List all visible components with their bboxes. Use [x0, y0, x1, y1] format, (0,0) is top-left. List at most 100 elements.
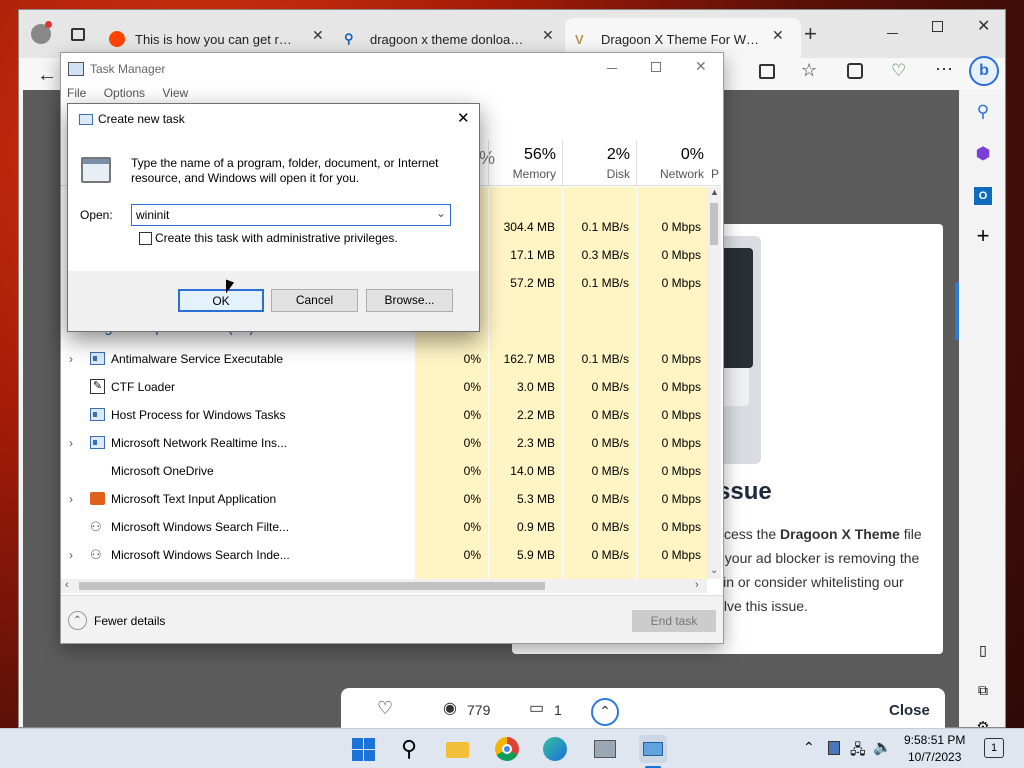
close-icon[interactable]: ✕: [695, 58, 707, 75]
scroll-right-icon[interactable]: ›: [695, 579, 699, 591]
maximize-icon[interactable]: [651, 62, 661, 72]
clock-date[interactable]: 10/7/2023: [908, 750, 961, 764]
search-user-icon: ⚇: [90, 519, 102, 534]
mouse-cursor-icon: [226, 279, 234, 297]
notification-icon[interactable]: 1: [984, 738, 1004, 758]
close-button[interactable]: Close: [889, 702, 930, 719]
admin-checkbox-label[interactable]: Create this task with administrative pri…: [155, 231, 398, 245]
column-disk[interactable]: 2% Disk: [562, 140, 636, 186]
column-network[interactable]: 0% Network: [636, 140, 710, 186]
cpu-cell: 0%: [463, 520, 481, 534]
split-screen-icon[interactable]: [759, 64, 775, 79]
memory-percent: 56%: [523, 146, 556, 163]
comments-icon[interactable]: ▭: [529, 698, 544, 718]
menu-options[interactable]: Options: [104, 86, 145, 100]
process-row[interactable]: ✎ CTF Loader 0% 3.0 MB 0 MB/s 0 Mbps: [61, 373, 707, 401]
add-icon[interactable]: +: [971, 224, 995, 248]
copilot-icon[interactable]: b: [969, 56, 999, 86]
scrollbar-thumb[interactable]: [710, 203, 718, 245]
ok-button[interactable]: OK: [178, 289, 264, 312]
expand-chevron-icon[interactable]: ›: [69, 345, 73, 373]
process-row[interactable]: ⚇ Microsoft Windows Search Filte... 0% 0.9 …: [61, 513, 707, 541]
process-row[interactable]: Host Process for Windows Tasks 0% 2.2 MB 0 …: [61, 401, 707, 429]
task-manager-taskbar-icon[interactable]: [639, 735, 667, 763]
network-percent: 0%: [680, 146, 704, 163]
fewer-details-icon[interactable]: ⌃: [68, 611, 87, 630]
process-row[interactable]: Microsoft OneDrive 0% 14.0 MB 0 MB/s 0 Mbps: [61, 457, 707, 485]
scroll-down-icon[interactable]: ⌄: [710, 565, 718, 576]
browse-button[interactable]: Browse...: [366, 289, 453, 312]
cancel-button[interactable]: Cancel: [271, 289, 358, 312]
chrome-icon[interactable]: [493, 735, 521, 763]
process-row[interactable]: › Microsoft Text Input Application 0% 5.3 M…: [61, 485, 707, 513]
column-memory[interactable]: 56% Memory: [488, 140, 562, 186]
search-icon[interactable]: ⚲: [971, 100, 995, 124]
edge-icon[interactable]: [541, 735, 569, 763]
process-row[interactable]: › Antimalware Service Executable 0% 162.7 M…: [61, 345, 707, 373]
horizontal-scrollbar[interactable]: ‹ ›: [61, 579, 707, 593]
process-row[interactable]: › Microsoft Network Realtime Ins... 0% 2.3 …: [61, 429, 707, 457]
device-icon[interactable]: [828, 741, 840, 755]
more-icon[interactable]: ⋯: [935, 59, 953, 80]
network-cell: 0 Mbps: [661, 492, 701, 506]
like-icon[interactable]: ♡: [377, 698, 393, 719]
disk-cell: 0 MB/s: [591, 436, 629, 450]
control-panel-icon[interactable]: [591, 735, 619, 763]
memory-cell: 5.3 MB: [516, 492, 555, 506]
close-tab-icon[interactable]: ✕: [772, 27, 784, 44]
tab-title: This is how you can get rounde: [135, 31, 295, 47]
close-icon[interactable]: ✕: [457, 109, 470, 127]
clock-time[interactable]: 9:58:51 PM: [904, 733, 965, 747]
browser-essentials-icon[interactable]: ♡: [891, 61, 906, 81]
menu-file[interactable]: File: [67, 86, 86, 100]
volume-muted-icon[interactable]: 🔈: [873, 738, 892, 756]
collections-icon[interactable]: [847, 63, 863, 79]
admin-checkbox[interactable]: [139, 232, 152, 245]
network-icon[interactable]: 🖧: [850, 739, 866, 763]
menu-view[interactable]: View: [162, 86, 188, 100]
back-icon[interactable]: ←: [37, 64, 57, 87]
create-new-task-dialog: Create new task ✕ Type the name of a pro…: [67, 103, 480, 332]
minimize-icon[interactable]: [887, 33, 898, 34]
open-combobox[interactable]: ⌄: [131, 204, 451, 226]
cpu-cell: 0%: [463, 408, 481, 422]
hide-sidebar-icon[interactable]: ▯: [971, 638, 995, 662]
favorites-add-icon[interactable]: ☆: [801, 60, 817, 81]
settings-icon[interactable]: ⚙: [971, 716, 995, 727]
maximize-icon[interactable]: [932, 21, 943, 32]
outlook-icon[interactable]: O: [971, 182, 995, 206]
search-icon[interactable]: ⚲: [395, 735, 423, 763]
column-power[interactable]: P: [711, 167, 719, 181]
minimize-icon[interactable]: [607, 68, 617, 69]
expand-chevron-icon[interactable]: ›: [69, 429, 73, 457]
scroll-left-icon[interactable]: ‹: [65, 579, 69, 591]
expand-chevron-icon[interactable]: ›: [69, 541, 73, 569]
close-tab-icon[interactable]: ✕: [312, 27, 324, 44]
post-action-bar: ♡ ◉ 779 ▭ 1 ⌃ Close: [341, 688, 945, 728]
show-hidden-icons[interactable]: ⌃: [803, 739, 815, 756]
shopping-icon[interactable]: ⬢: [971, 142, 995, 166]
tab-actions-icon[interactable]: [71, 28, 85, 41]
scrollbar-thumb[interactable]: [79, 582, 545, 590]
cpu-cell: 0%: [463, 352, 481, 366]
chevron-down-icon[interactable]: ⌄: [436, 206, 446, 220]
memory-cell: 57.2 MB: [510, 276, 555, 290]
expand-chevron-icon[interactable]: ›: [69, 485, 73, 513]
end-task-button[interactable]: End task: [632, 610, 716, 632]
fewer-details-link[interactable]: Fewer details: [94, 614, 165, 628]
open-input[interactable]: [136, 207, 426, 223]
scroll-up-icon[interactable]: ▲: [710, 187, 719, 197]
process-name: Microsoft Text Input Application: [111, 492, 277, 506]
new-tab-button[interactable]: +: [804, 21, 817, 47]
dialog-title: Create new task: [98, 112, 185, 126]
scroll-up-button[interactable]: ⌃: [591, 698, 619, 726]
open-external-icon[interactable]: ⧉: [971, 678, 995, 702]
network-cell: 0 Mbps: [661, 380, 701, 394]
process-row[interactable]: › ⚇ Microsoft Windows Search Inde... 0% 5.9 …: [61, 541, 707, 569]
vertical-scrollbar[interactable]: ▲ ⌄: [707, 187, 721, 579]
disk-cell: 0.1 MB/s: [581, 276, 629, 290]
file-explorer-icon[interactable]: [443, 735, 471, 763]
start-icon[interactable]: [350, 735, 378, 763]
close-tab-icon[interactable]: ✕: [542, 27, 554, 44]
close-icon[interactable]: ✕: [977, 16, 990, 36]
